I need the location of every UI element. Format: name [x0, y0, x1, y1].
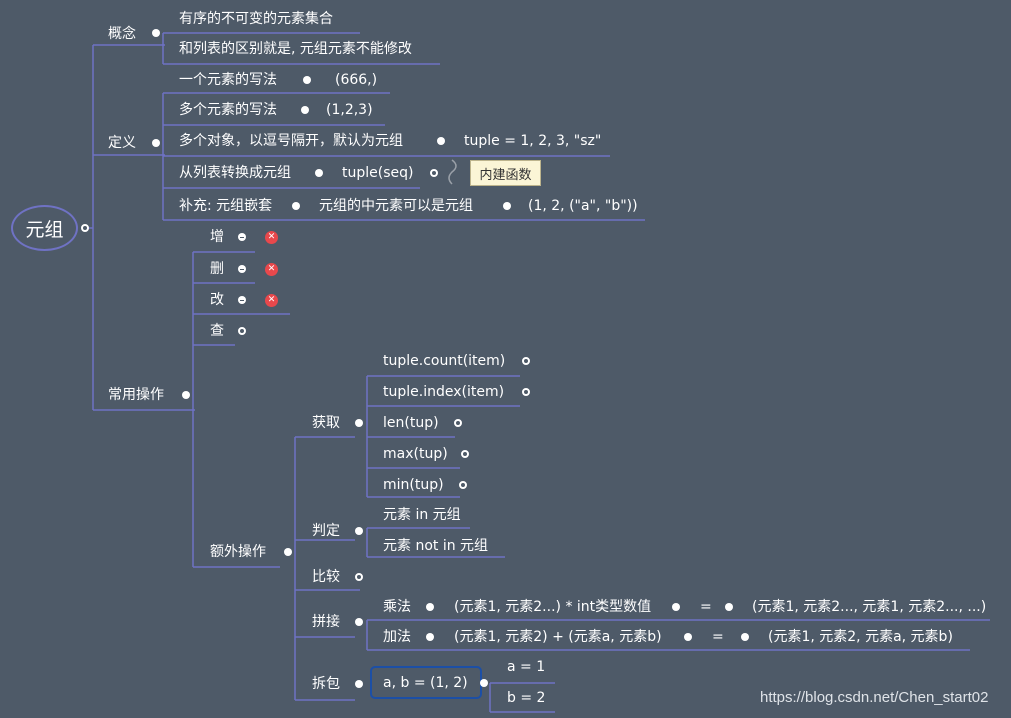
ops-del[interactable]: 删 — [210, 260, 224, 278]
collapse-toggle-icon[interactable] — [238, 233, 246, 241]
definition-objects-label[interactable]: 多个对象，以逗号隔开，默认为元组 — [179, 132, 403, 150]
collapse-toggle-icon[interactable] — [284, 548, 292, 556]
get-node[interactable]: 获取 — [312, 414, 340, 432]
watermark: https://blog.csdn.net/Chen_start02 — [760, 689, 989, 706]
expand-toggle-icon[interactable] — [355, 573, 363, 581]
collapse-toggle-icon[interactable] — [238, 265, 246, 273]
compare-node[interactable]: 比较 — [312, 568, 340, 586]
collapse-toggle-icon[interactable] — [301, 106, 309, 114]
expand-toggle-icon[interactable] — [461, 450, 469, 458]
collapse-toggle-icon[interactable] — [182, 391, 190, 399]
expand-toggle-icon[interactable] — [459, 481, 467, 489]
concept-item[interactable]: 有序的不可变的元素集合 — [179, 10, 333, 28]
collapse-toggle-icon[interactable] — [152, 139, 160, 147]
collapse-toggle-icon[interactable] — [426, 633, 434, 641]
expand-toggle-icon[interactable] — [454, 419, 462, 427]
concat-mul-result[interactable]: (元素1, 元素2..., 元素1, 元素2..., ...) — [752, 598, 986, 616]
concept-node[interactable]: 概念 — [108, 25, 136, 43]
judge-item[interactable]: 元素 in 元组 — [383, 506, 461, 524]
expand-toggle-icon[interactable] — [238, 327, 246, 335]
collapse-toggle-icon[interactable] — [684, 633, 692, 641]
get-item[interactable]: min(tup) — [383, 476, 444, 494]
root-node[interactable]: 元组 — [11, 205, 78, 251]
unpack-a[interactable]: a = 1 — [507, 658, 545, 676]
definition-convert-label[interactable]: 从列表转换成元组 — [179, 164, 291, 182]
ops-node[interactable]: 常用操作 — [108, 386, 164, 404]
get-item[interactable]: tuple.index(item) — [383, 383, 504, 401]
get-item[interactable]: tuple.count(item) — [383, 352, 505, 370]
judge-node[interactable]: 判定 — [312, 522, 340, 540]
collapse-toggle-icon[interactable] — [315, 169, 323, 177]
delete-mark-icon: ✕ — [265, 294, 278, 307]
collapse-toggle-icon[interactable] — [426, 603, 434, 611]
judge-item[interactable]: 元素 not in 元组 — [383, 537, 488, 555]
callout-note[interactable]: 内建函数 — [470, 160, 541, 186]
concat-add-label[interactable]: 加法 — [383, 628, 411, 646]
collapse-toggle-icon[interactable] — [725, 603, 733, 611]
unpack-expr[interactable]: a, b = (1, 2) — [383, 674, 468, 692]
extra-ops-node[interactable]: 额外操作 — [210, 543, 266, 561]
root-label: 元组 — [25, 218, 64, 241]
concat-add-eq[interactable]: = — [712, 628, 724, 646]
definition-convert-value[interactable]: tuple(seq) — [342, 164, 413, 182]
concept-item[interactable]: 和列表的区别就是, 元组元素不能修改 — [179, 40, 412, 58]
concat-mul-label[interactable]: 乘法 — [383, 598, 411, 616]
definition-nest-desc[interactable]: 元组的中元素可以是元组 — [319, 197, 473, 215]
unpack-node[interactable]: 拆包 — [312, 675, 340, 693]
ops-mod[interactable]: 改 — [210, 291, 224, 309]
collapse-toggle-icon[interactable] — [503, 202, 511, 210]
collapse-toggle-icon[interactable] — [152, 29, 160, 37]
collapse-toggle-icon[interactable] — [81, 224, 89, 232]
collapse-toggle-icon[interactable] — [741, 633, 749, 641]
callout-note-text: 内建函数 — [479, 167, 532, 183]
expand-toggle-icon[interactable] — [522, 357, 530, 365]
expand-toggle-icon[interactable] — [522, 388, 530, 396]
collapse-toggle-icon[interactable] — [355, 680, 363, 688]
mind-map: 元组 概念 有序的不可变的元素集合 和列表的区别就是, 元组元素不能修改 定义 … — [0, 0, 1011, 718]
definition-single-label[interactable]: 一个元素的写法 — [179, 71, 277, 89]
collapse-toggle-icon[interactable] — [355, 618, 363, 626]
collapse-toggle-icon[interactable] — [480, 679, 488, 687]
get-item[interactable]: len(tup) — [383, 414, 439, 432]
expand-toggle-icon[interactable] — [430, 169, 438, 177]
collapse-toggle-icon[interactable] — [355, 419, 363, 427]
collapse-toggle-icon[interactable] — [355, 527, 363, 535]
collapse-toggle-icon[interactable] — [292, 202, 300, 210]
unpack-b[interactable]: b = 2 — [507, 689, 545, 707]
collapse-toggle-icon[interactable] — [672, 603, 680, 611]
definition-node[interactable]: 定义 — [108, 134, 136, 152]
definition-nest-value[interactable]: (1, 2, ("a", "b")) — [528, 197, 638, 215]
definition-multi-value[interactable]: (1,2,3) — [326, 101, 373, 119]
concat-mul-expr[interactable]: (元素1, 元素2...) * int类型数值 — [454, 598, 651, 616]
collapse-toggle-icon[interactable] — [238, 296, 246, 304]
ops-query[interactable]: 查 — [210, 322, 224, 340]
definition-single-value[interactable]: (666,) — [335, 71, 377, 89]
definition-objects-value[interactable]: tuple = 1, 2, 3, "sz" — [464, 132, 601, 150]
collapse-toggle-icon[interactable] — [303, 76, 311, 84]
concat-add-result[interactable]: (元素1, 元素2, 元素a, 元素b) — [768, 628, 953, 646]
definition-multi-label[interactable]: 多个元素的写法 — [179, 101, 277, 119]
concat-mul-eq[interactable]: = — [700, 598, 712, 616]
ops-add[interactable]: 增 — [210, 228, 224, 246]
get-item[interactable]: max(tup) — [383, 445, 448, 463]
delete-mark-icon: ✕ — [265, 263, 278, 276]
concat-node[interactable]: 拼接 — [312, 613, 340, 631]
concat-add-expr[interactable]: (元素1, 元素2) + (元素a, 元素b) — [454, 628, 662, 646]
delete-mark-icon: ✕ — [265, 231, 278, 244]
definition-nest-label[interactable]: 补充: 元组嵌套 — [179, 197, 272, 215]
collapse-toggle-icon[interactable] — [437, 137, 445, 145]
